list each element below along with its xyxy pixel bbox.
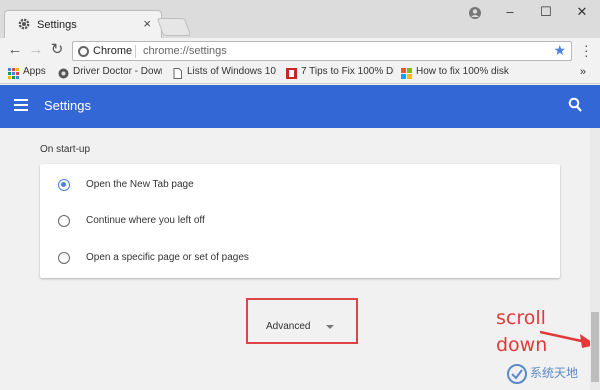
address-bar[interactable]: Chrome chrome://settings ★ [72, 41, 572, 61]
radio-unselected-icon[interactable] [58, 215, 70, 227]
option-label: Continue where you left off [86, 215, 205, 226]
bookmark-label: Driver Doctor - Down [73, 66, 162, 77]
scrollbar-thumb[interactable] [591, 312, 599, 382]
settings-header: Settings [0, 85, 600, 128]
startup-option-specific-pages[interactable]: Open a specific page or set of pages [40, 239, 560, 275]
bookmark-label: Lists of Windows 10 E [187, 66, 276, 77]
bookmark-lists-windows[interactable]: Lists of Windows 10 E [172, 66, 276, 82]
gear-icon [18, 18, 30, 30]
url-text[interactable]: chrome://settings [143, 45, 227, 57]
radio-selected-icon[interactable] [58, 179, 70, 191]
tips-icon [286, 68, 297, 79]
bookmark-7-tips[interactable]: 7 Tips to Fix 100% Di [286, 66, 394, 82]
arrow-right-icon [540, 330, 596, 348]
bookmark-star-icon[interactable]: ★ [553, 42, 566, 59]
omnibox-chip-label: Chrome [93, 45, 133, 57]
bookmarks-bar: Apps Driver Doctor - Down Lists of Windo… [0, 64, 600, 84]
radio-unselected-icon[interactable] [58, 252, 70, 264]
bookmark-label: 7 Tips to Fix 100% Di [301, 66, 394, 77]
chevron-down-icon [326, 325, 334, 329]
section-title-startup: On start-up [40, 144, 91, 155]
watermark-text: 系统天地 [530, 366, 579, 380]
profile-icon[interactable] [468, 6, 482, 20]
tab-title: Settings [37, 19, 77, 31]
close-window-button[interactable]: ✕ [572, 4, 592, 20]
startup-option-new-tab[interactable]: Open the New Tab page [40, 166, 560, 202]
bookmark-fix-disk[interactable]: How to fix 100% disk [401, 66, 511, 82]
menu-icon[interactable] [14, 99, 28, 111]
advanced-highlight-box: Advanced [246, 298, 358, 344]
maximize-button[interactable]: ☐ [536, 4, 556, 20]
bookmark-driver-doctor[interactable]: Driver Doctor - Down [58, 66, 162, 82]
bookmark-apps[interactable]: Apps [8, 66, 52, 82]
browser-toolbar: ← → ↻ Chrome chrome://settings ★ · · · [0, 38, 600, 64]
search-icon[interactable] [568, 97, 582, 113]
annotation-scroll: scroll [496, 307, 546, 329]
browser-menu-icon[interactable]: · · · [584, 38, 589, 62]
option-label: Open a specific page or set of pages [86, 252, 249, 263]
chrome-icon [78, 46, 89, 57]
reload-icon[interactable]: ↻ [48, 41, 66, 59]
title-bar: Settings × – ☐ ✕ [0, 0, 600, 38]
bookmark-label: How to fix 100% disk [416, 66, 509, 77]
new-tab-button[interactable] [156, 18, 192, 36]
startup-options-card: Open the New Tab page Continue where you… [40, 164, 560, 278]
advanced-label: Advanced [266, 321, 311, 332]
omnibox-divider [135, 45, 136, 58]
tab-close-icon[interactable]: × [143, 16, 151, 31]
page-icon [173, 68, 182, 79]
minimize-button[interactable]: – [500, 4, 520, 19]
back-arrow-icon[interactable]: ← [6, 41, 24, 59]
startup-option-continue[interactable]: Continue where you left off [40, 202, 560, 238]
forward-arrow-icon[interactable]: → [27, 41, 45, 59]
tab-settings[interactable]: Settings × [4, 10, 162, 38]
driver-doctor-icon [58, 68, 69, 79]
page-title: Settings [44, 98, 91, 113]
bookmarks-overflow-icon[interactable]: » [580, 66, 586, 78]
advanced-button[interactable]: Advanced [248, 300, 356, 342]
windows-logo-icon [401, 68, 412, 79]
bookmark-label: Apps [23, 66, 46, 77]
option-label: Open the New Tab page [86, 179, 194, 190]
apps-grid-icon [8, 68, 19, 79]
watermark-logo-icon [507, 364, 527, 384]
